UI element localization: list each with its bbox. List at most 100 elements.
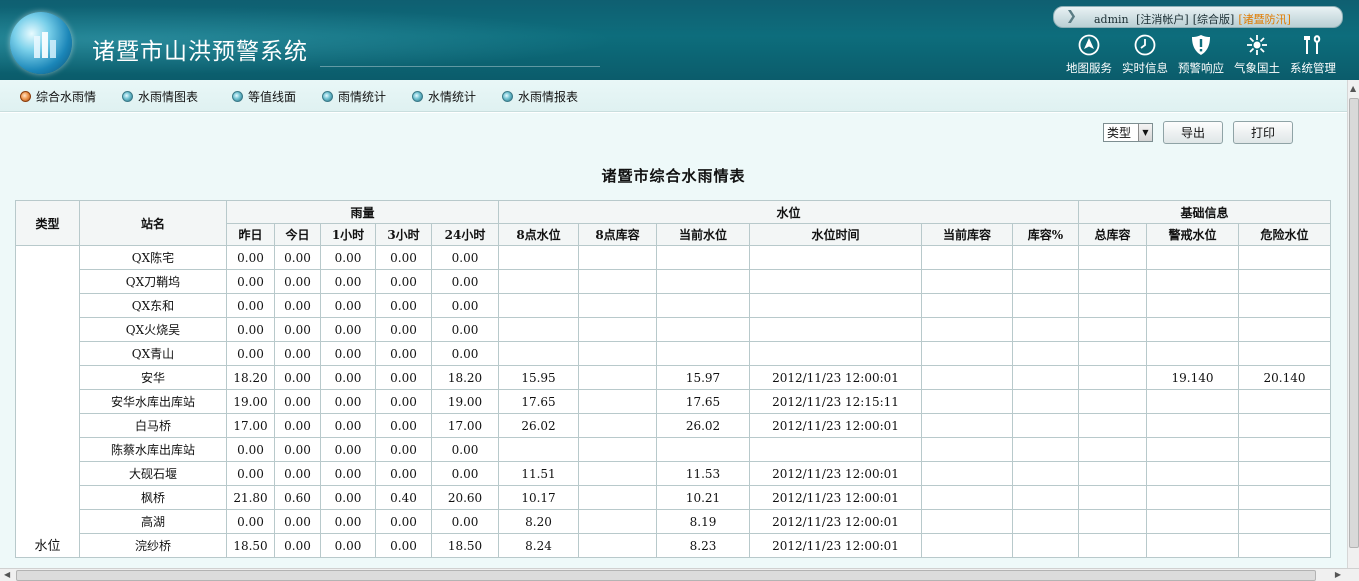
- nav-warning-response[interactable]: 预警响应: [1173, 34, 1229, 76]
- table-cell: 0.00: [274, 413, 321, 438]
- tab-rain-report[interactable]: 水雨情报表: [502, 88, 578, 105]
- table-cell: 0.00: [226, 509, 275, 534]
- table-cell: [578, 389, 657, 414]
- scroll-left-icon[interactable]: ◀: [4, 570, 10, 579]
- table-cell: 8.24: [498, 533, 579, 558]
- table-cell: [1238, 533, 1331, 558]
- table-row: 白马桥 17.00 0.00 0.00 0.00 17.00 26.02 26.02 2012/…: [16, 413, 1331, 438]
- scroll-right-icon[interactable]: ▶: [1335, 570, 1341, 579]
- station-name-cell: 高湖: [79, 509, 227, 534]
- table-cell: [921, 485, 1013, 510]
- table-cell: [656, 269, 750, 294]
- table-cell: [1146, 437, 1239, 462]
- vertical-scroll-thumb[interactable]: [1349, 98, 1359, 548]
- table-row: 水位 QX陈宅 0.00 0.00 0.00 0.00 0.00: [15, 245, 1331, 558]
- flood-alert-link[interactable]: [诸暨防汛]: [1238, 13, 1291, 26]
- table-cell: 0.00: [375, 269, 432, 294]
- export-button[interactable]: 导出: [1163, 121, 1223, 144]
- table-cell: 0.00: [431, 293, 499, 318]
- table-cell: 0.00: [431, 245, 499, 270]
- table-cell: [1146, 389, 1239, 414]
- table-cell: 8.19: [656, 509, 750, 534]
- radio-icon: [502, 91, 513, 102]
- table-cell: [1078, 485, 1147, 510]
- tab-contour[interactable]: 等值线面: [232, 88, 296, 105]
- table-cell: [498, 293, 579, 318]
- table-cell: 21.80: [226, 485, 275, 510]
- water-rain-table: 类型 站名 雨量 水位 基础信息 昨日 今日 1小时 3小时 24小时 8点水位…: [15, 200, 1331, 558]
- table-cell: [656, 245, 750, 270]
- horizontal-scrollbar[interactable]: ◀ ▶: [0, 568, 1359, 581]
- table-cell: [1238, 341, 1331, 366]
- edition-link[interactable]: [综合版]: [1193, 13, 1235, 26]
- table-cell: 18.20: [226, 365, 275, 390]
- logout-link[interactable]: [注消帐户]: [1136, 13, 1189, 26]
- station-name-cell: 浣纱桥: [79, 533, 227, 558]
- table-cell: 0.00: [431, 461, 499, 486]
- table-cell: [1238, 389, 1331, 414]
- table-cell: [578, 485, 657, 510]
- table-cell: 2012/11/23 12:00:01: [749, 365, 922, 390]
- table-cell: [1146, 245, 1239, 270]
- vertical-scrollbar[interactable]: ▲: [1347, 80, 1359, 568]
- nav-weather-land[interactable]: 气象国土: [1229, 34, 1285, 76]
- nav-realtime-info[interactable]: 实时信息: [1117, 34, 1173, 76]
- table-cell: 20.60: [431, 485, 499, 510]
- table-cell: [1012, 533, 1079, 558]
- table-cell: 0.00: [375, 317, 432, 342]
- table-cell: [921, 341, 1013, 366]
- table-cell: [1012, 389, 1079, 414]
- table-cell: [1238, 437, 1331, 462]
- nav-system-admin[interactable]: 系统管理: [1285, 34, 1341, 76]
- tab-label: 水雨情图表: [138, 90, 199, 104]
- map-nav-icon: [1078, 34, 1100, 56]
- table-cell: [1146, 413, 1239, 438]
- header-group-rain: 雨量: [226, 200, 499, 224]
- table-row: QX青山 0.00 0.00 0.00 0.00 0.00: [16, 341, 1331, 366]
- table-row: 枫桥 21.80 0.60 0.00 0.40 20.60 10.17 10.21 2012/1…: [16, 485, 1331, 510]
- table-cell: [498, 245, 579, 270]
- header-rain-1h: 1小时: [320, 223, 376, 246]
- nav-label: 实时信息: [1122, 61, 1168, 75]
- tab-water-stats[interactable]: 水情统计: [412, 88, 476, 105]
- tab-rain-chart[interactable]: 水雨情图表: [122, 88, 198, 105]
- tab-composite-rain[interactable]: 综合水雨情: [20, 88, 96, 105]
- table-cell: [1012, 413, 1079, 438]
- table-cell: 17.65: [656, 389, 750, 414]
- header-rain-24h: 24小时: [431, 223, 499, 246]
- tab-rain-stats[interactable]: 雨情统计: [322, 88, 386, 105]
- table-cell: [1012, 317, 1079, 342]
- type-select[interactable]: 类型 ▼: [1103, 123, 1153, 142]
- scroll-up-icon[interactable]: ▲: [1350, 84, 1356, 93]
- table-cell: [921, 365, 1013, 390]
- table-cell: 2012/11/23 12:00:01: [749, 533, 922, 558]
- table-cell: [921, 437, 1013, 462]
- table-cell: [1012, 293, 1079, 318]
- table-cell: 0.00: [320, 461, 376, 486]
- type-select-value: 类型: [1107, 126, 1132, 140]
- horizontal-scroll-thumb[interactable]: [16, 570, 1316, 581]
- table-cell: 0.00: [320, 293, 376, 318]
- table-cell: 0.00: [274, 365, 321, 390]
- nav-label: 气象国土: [1234, 61, 1280, 75]
- station-name-cell: QX青山: [79, 341, 227, 366]
- chevron-down-icon[interactable]: ▼: [1138, 124, 1152, 141]
- header-rain-yesterday: 昨日: [226, 223, 275, 246]
- table-cell: 0.00: [226, 293, 275, 318]
- table-cell: 0.00: [226, 461, 275, 486]
- station-name-cell: 白马桥: [79, 413, 227, 438]
- table-cell: 0.00: [375, 365, 432, 390]
- report-title: 诸暨市综合水雨情表: [601, 167, 746, 185]
- nav-map-service[interactable]: 地图服务: [1061, 34, 1117, 76]
- radio-icon: [412, 91, 423, 102]
- header-warning-level: 警戒水位: [1146, 223, 1239, 246]
- table-cell: 0.00: [320, 365, 376, 390]
- table-cell: [1146, 461, 1239, 486]
- table-cell: 0.00: [375, 509, 432, 534]
- table-row: 高湖 0.00 0.00 0.00 0.00 0.00 8.20 8.19 2012/11/23…: [16, 509, 1331, 534]
- table-cell: 0.00: [226, 437, 275, 462]
- print-button[interactable]: 打印: [1233, 121, 1293, 144]
- weather-sun-icon: [1247, 35, 1267, 55]
- table-cell: 15.97: [656, 365, 750, 390]
- table-cell: [749, 437, 922, 462]
